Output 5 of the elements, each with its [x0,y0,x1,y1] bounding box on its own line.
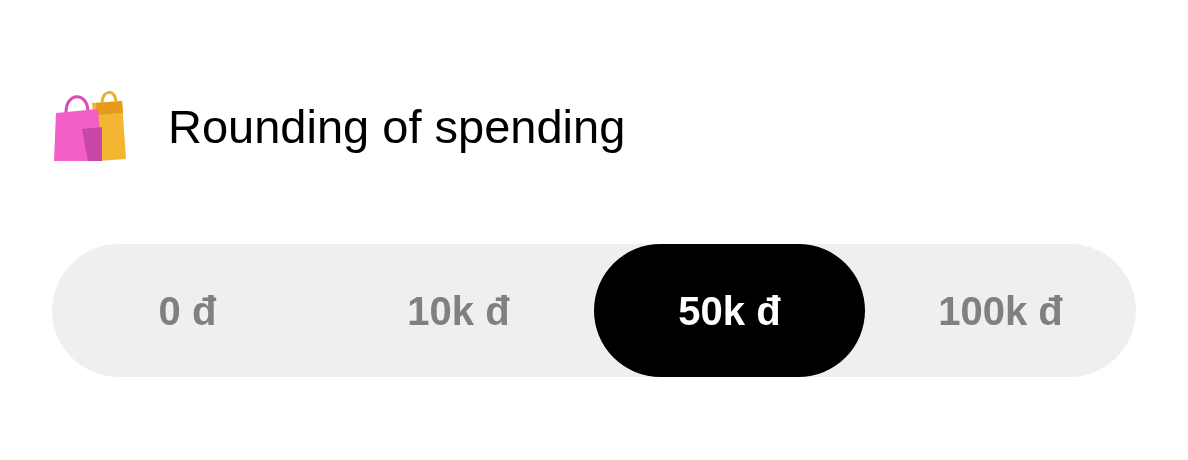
segment-option[interactable]: 50k đ [594,244,865,377]
shopping-bags-icon [52,89,128,163]
segment-option[interactable]: 100k đ [865,244,1136,377]
segment-option[interactable]: 10k đ [323,244,594,377]
segment-option[interactable]: 0 đ [52,244,323,377]
